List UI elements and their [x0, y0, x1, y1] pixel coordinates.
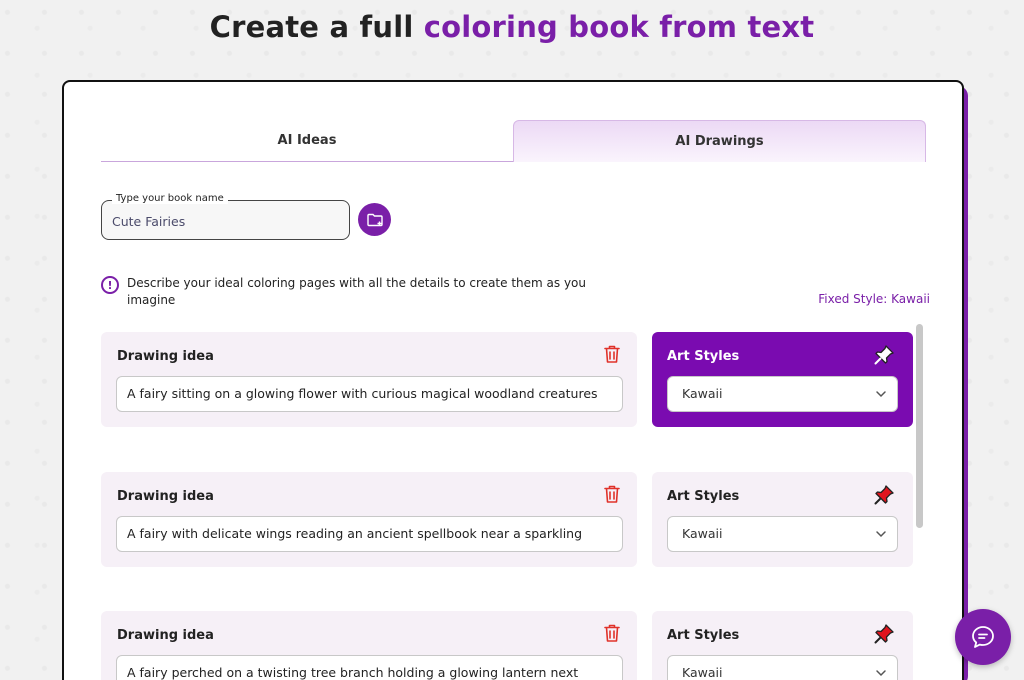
book-name-input[interactable] [112, 211, 337, 231]
art-style-value: Kawaii [682, 526, 723, 541]
chevron-down-icon [876, 670, 886, 677]
drawing-idea-card: Drawing idea A fairy perched on a twisti… [101, 611, 637, 680]
trash-icon[interactable] [603, 623, 621, 643]
art-style-select[interactable]: Kawaii [667, 516, 898, 552]
save-folder-button[interactable] [358, 203, 391, 236]
drawing-idea-input[interactable]: A fairy perched on a twisting tree branc… [116, 655, 623, 680]
fixed-style-label[interactable]: Fixed Style: Kawaii [780, 292, 930, 306]
main-card: AI Ideas AI Drawings Type your book name… [62, 80, 964, 680]
book-name-field: Type your book name [101, 193, 350, 240]
pushpin-icon[interactable] [873, 484, 895, 506]
headline-prefix: Create a full [209, 10, 424, 44]
art-styles-label: Art Styles [667, 349, 740, 364]
art-style-select[interactable]: Kawaii [667, 655, 898, 680]
art-style-card: Art Styles Kawaii [652, 611, 913, 680]
page-headline: Create a full coloring book from text [0, 10, 1024, 44]
chevron-down-icon [876, 391, 886, 398]
info-icon: ! [101, 276, 119, 294]
drawing-idea-card: Drawing idea A fairy with delicate wings… [101, 472, 637, 567]
chat-bubble-icon [972, 626, 994, 648]
art-style-card: Art Styles Kawaii [652, 472, 913, 567]
pushpin-icon[interactable] [873, 623, 895, 645]
art-style-card: Art Styles Kawaii [652, 332, 913, 427]
folder-add-icon [366, 213, 383, 226]
book-name-label: Type your book name [112, 193, 228, 204]
tab-ai-drawings-label: AI Drawings [675, 134, 764, 149]
drawing-idea-label: Drawing idea [117, 349, 214, 364]
art-styles-label: Art Styles [667, 489, 740, 504]
art-style-value: Kawaii [682, 665, 723, 680]
tab-ai-drawings[interactable]: AI Drawings [513, 120, 926, 162]
tab-ai-ideas-label: AI Ideas [277, 133, 337, 148]
art-style-value: Kawaii [682, 386, 723, 401]
drawing-idea-label: Drawing idea [117, 489, 214, 504]
trash-icon[interactable] [603, 484, 621, 504]
drawing-list: Drawing idea A fairy sitting on a glowin… [101, 332, 916, 680]
drawing-idea-input[interactable]: A fairy with delicate wings reading an a… [116, 516, 623, 552]
drawing-idea-input[interactable]: A fairy sitting on a glowing flower with… [116, 376, 623, 412]
tab-ai-ideas[interactable]: AI Ideas [101, 120, 513, 162]
drawing-idea-label: Drawing idea [117, 628, 214, 643]
art-styles-label: Art Styles [667, 628, 740, 643]
art-style-select[interactable]: Kawaii [667, 376, 898, 412]
info-text: Describe your ideal coloring pages with … [127, 276, 586, 307]
chevron-down-icon [876, 531, 886, 538]
tab-bar: AI Ideas AI Drawings [101, 120, 926, 162]
scrollbar-thumb[interactable] [916, 324, 923, 528]
list-scrollbar[interactable] [915, 322, 924, 680]
drawing-idea-card: Drawing idea A fairy sitting on a glowin… [101, 332, 637, 427]
chat-button[interactable] [955, 609, 1011, 665]
headline-accent: coloring book from text [423, 10, 815, 44]
trash-icon[interactable] [603, 344, 621, 364]
pushpin-icon[interactable] [873, 344, 895, 366]
